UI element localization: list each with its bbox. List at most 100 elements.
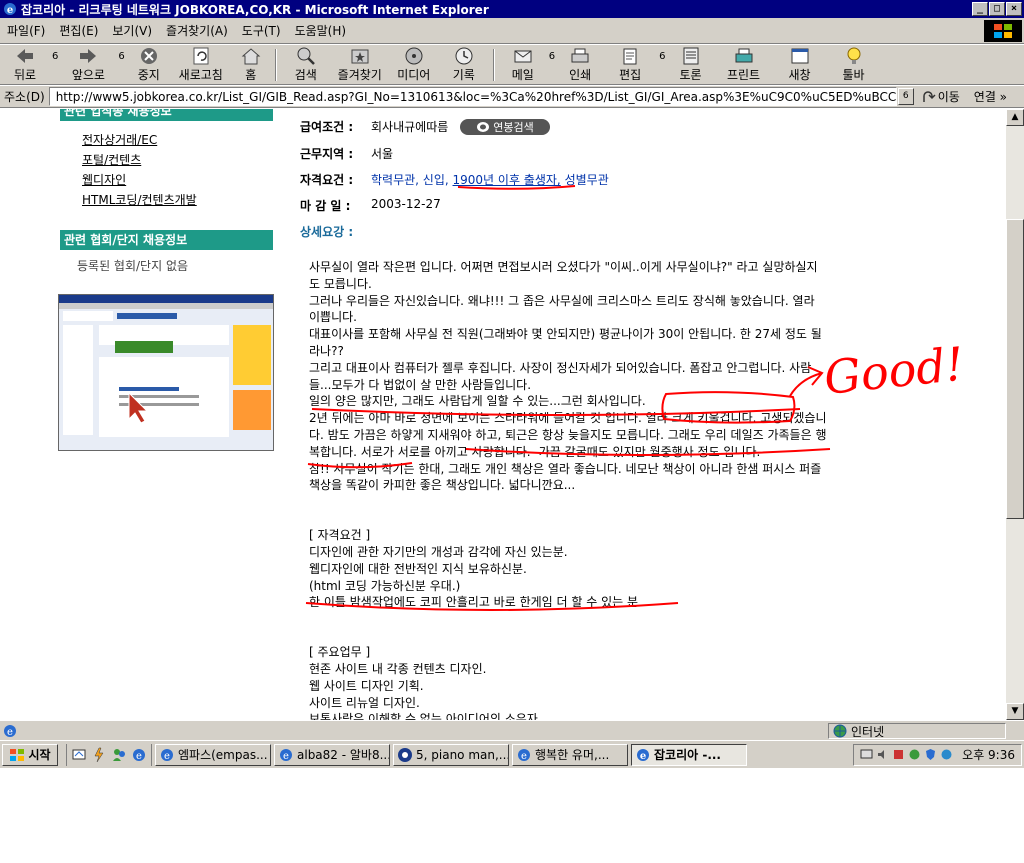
menu-tools[interactable]: 도구(T) (235, 22, 288, 39)
start-button[interactable]: 시작 (2, 743, 58, 766)
address-bar: 주소(D) e http://www5.jobkorea.co.kr/List_… (0, 86, 1024, 108)
clock[interactable]: 오후 9:36 (962, 746, 1015, 763)
scroll-down-arrow[interactable]: ▼ (1006, 703, 1024, 720)
messenger-icon[interactable] (111, 747, 127, 763)
new-window-button[interactable]: 새창 (774, 46, 826, 84)
edit-button[interactable]: 편집 (603, 46, 657, 84)
desktop-icon[interactable] (71, 747, 87, 763)
sidebar-link-webdesign[interactable]: 웹디자인 (82, 171, 126, 188)
refresh-icon (193, 47, 209, 65)
window-title: 잡코리아 - 리크루팅 네트워크 JOBKOREA,CO,KR - Micros… (21, 2, 489, 17)
scroll-thumb[interactable] (1006, 219, 1024, 519)
go-arrow-icon (922, 90, 936, 102)
back-dropdown[interactable]: 6 (52, 51, 58, 62)
sidebar-link-html[interactable]: HTML코딩/컨텐츠개발 (82, 191, 197, 208)
edit-dropdown[interactable]: 6 (659, 51, 665, 62)
go-button[interactable]: 이동 (922, 88, 960, 105)
task-label: 행복한 유머,... (535, 748, 610, 762)
maximize-button[interactable]: □ (989, 2, 1005, 16)
menu-help[interactable]: 도움말(H) (288, 22, 354, 39)
qual-birth-link[interactable]: 1900년 이후 출생자, (453, 173, 561, 187)
search-button[interactable]: 검색 (281, 46, 331, 84)
address-dropdown[interactable]: 6 (897, 88, 914, 105)
forward-label: 앞으로 (71, 68, 105, 82)
discuss-label: 토론 (679, 68, 702, 82)
coin-icon (477, 122, 490, 132)
edit-icon (623, 48, 637, 65)
tray-volume-icon[interactable] (876, 748, 889, 761)
mail-label: 메일 (511, 68, 534, 82)
location-label: 근무지역 : (300, 147, 354, 161)
scroll-up-arrow[interactable]: ▲ (1006, 109, 1024, 126)
toolbar-separator (274, 48, 277, 81)
task-piano-man[interactable]: 5, piano man,... (393, 743, 509, 766)
menu-favorites[interactable]: 즐겨찾기(A) (159, 22, 235, 39)
ie-quick-icon[interactable]: e (131, 747, 147, 763)
task-jobkorea[interactable]: e 잡코리아 -... (631, 743, 747, 766)
tray-globe-icon[interactable] (940, 748, 953, 761)
printer-icon (735, 48, 752, 63)
favorites-button[interactable]: 즐겨찾기 (331, 46, 389, 84)
tray-shield-icon[interactable] (924, 748, 937, 761)
menu-edit[interactable]: 편집(E) (52, 22, 105, 39)
stop-button[interactable]: 중지 (127, 46, 171, 84)
address-label: 주소(D) (4, 90, 45, 104)
favorites-label: 즐겨찾기 (337, 68, 382, 82)
sidebar-link-portal[interactable]: 포털/컨텐츠 (82, 151, 141, 168)
related-jobs-heading: 관련 업직종 채용정보 (60, 109, 273, 121)
refresh-button[interactable]: 새로고침 (171, 46, 231, 84)
home-button[interactable]: 홈 (231, 46, 271, 84)
discuss-button[interactable]: 토론 (668, 46, 714, 84)
qual-line: 한 이틀 밤샘작업에도 코피 안흘리고 바로 한게임 더 할 수 있는 분 (309, 595, 639, 610)
qual-gender-link[interactable]: 성별무관 (565, 173, 609, 187)
links-button[interactable]: 연결 » (974, 88, 1007, 105)
printer-button[interactable]: 프린트 (714, 46, 774, 84)
ie-task-icon: e (637, 748, 649, 762)
svg-text:e: e (283, 751, 289, 762)
media-label: 미디어 (397, 68, 431, 82)
window-titlebar[interactable]: e 잡코리아 - 리크루팅 네트워크 JOBKOREA,CO,KR - Micr… (0, 0, 1024, 18)
qual-education-link[interactable]: 학력무관, 신입, (371, 173, 449, 187)
mail-icon (514, 50, 532, 63)
sidebar-link-ec[interactable]: 전자상거래/EC (82, 131, 157, 148)
mail-dropdown[interactable]: 6 (549, 51, 555, 62)
vertical-scrollbar[interactable]: ▲ ▼ (1006, 109, 1024, 720)
print-button[interactable]: 인쇄 (557, 46, 603, 84)
tray-network-icon[interactable] (860, 748, 873, 761)
deadline-value: 2003-12-27 (371, 197, 441, 211)
forward-button[interactable]: 앞으로 (60, 46, 116, 84)
qualification-heading: [ 자격요건 ] (309, 528, 371, 543)
task-alba82[interactable]: e alba82 - 알바8... (274, 743, 390, 766)
forward-dropdown[interactable]: 6 (118, 51, 124, 62)
toolbar-extra-button[interactable]: 툴바 (826, 46, 882, 84)
player-task-icon (398, 747, 412, 762)
history-button[interactable]: 기록 (439, 46, 489, 84)
task-label: 5, piano man,... (416, 747, 509, 762)
web-content: 관련 업직종 채용정보 전자상거래/EC 포털/컨텐츠 웹디자인 HTML코딩/… (0, 109, 1006, 720)
stop-icon (140, 48, 157, 64)
go-label: 이동 (937, 90, 960, 104)
desc-line: 참!! 사무실이 작기는 한대, 그래도 개인 책상은 열라 좋습니다. 네모난… (309, 461, 822, 493)
media-button[interactable]: 미디어 (389, 46, 439, 84)
task-empas[interactable]: e 엠파스(empas... (155, 743, 271, 766)
task-humor[interactable]: e 행복한 유머,... (512, 743, 628, 766)
mail-button[interactable]: 메일 (499, 46, 547, 84)
back-button[interactable]: 뒤로 (0, 46, 50, 84)
winamp-icon[interactable] (91, 747, 107, 763)
history-icon (455, 47, 473, 65)
qual-line: (html 코딩 가능하신분 우대.) (309, 578, 461, 593)
status-bar: e 인터넷 (0, 720, 1024, 740)
close-button[interactable]: × (1006, 2, 1022, 16)
svg-text:e: e (136, 751, 142, 762)
menu-view[interactable]: 보기(V) (105, 22, 159, 39)
minimize-button[interactable]: _ (972, 2, 988, 16)
menu-file[interactable]: 파일(F) (0, 22, 52, 39)
assoc-empty-text: 등록된 협회/단지 없음 (77, 259, 189, 273)
browser-toolbar: 뒤로 6 앞으로 6 중지 새로고침 홈 검색 즐겨찾기 미디어 기록 메일 6 (0, 45, 1024, 85)
address-input[interactable]: e http://www5.jobkorea.co.kr/List_GI/GIB… (48, 87, 897, 106)
tray-antivirus-icon[interactable] (892, 748, 905, 761)
windows-flag-icon (10, 748, 25, 761)
salary-search-button[interactable]: 연봉검색 (460, 119, 550, 135)
site-screenshot-thumbnail[interactable] (58, 294, 274, 451)
tray-messenger-icon[interactable] (908, 748, 921, 761)
